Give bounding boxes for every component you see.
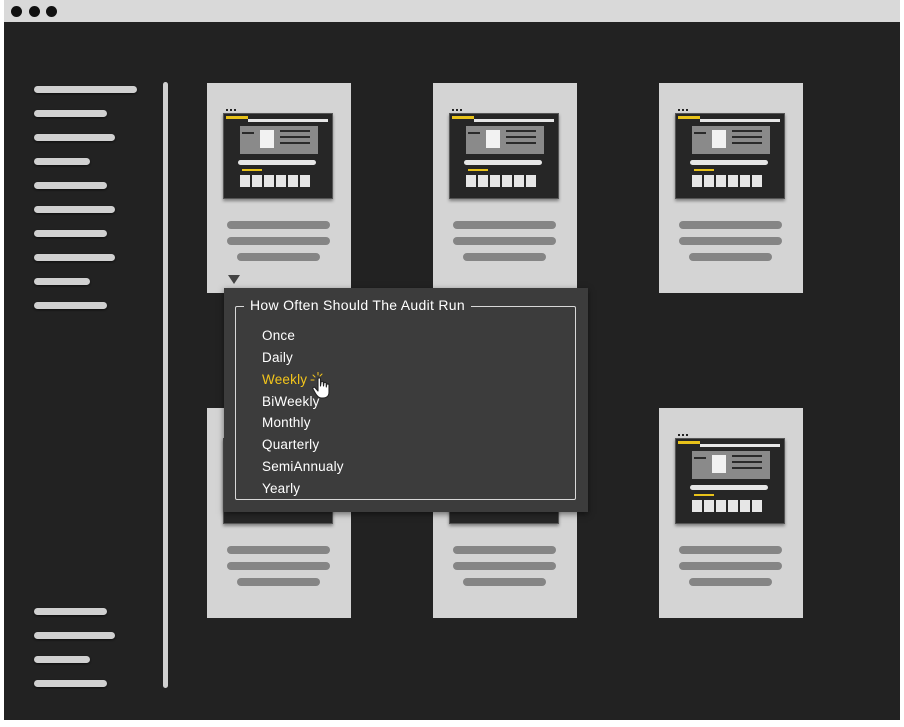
sidebar-item[interactable] [34, 278, 90, 285]
card[interactable] [433, 83, 577, 293]
app-screenshot-thumbnail [449, 109, 559, 199]
option-once[interactable]: Once [262, 328, 295, 343]
sidebar-item[interactable] [34, 680, 107, 687]
sidebar-item[interactable] [34, 86, 137, 93]
option-yearly[interactable]: Yearly [262, 481, 300, 496]
card-text-line [453, 562, 556, 570]
sidebar-item[interactable] [34, 656, 90, 663]
card[interactable] [207, 83, 351, 293]
dropdown-caret-icon[interactable] [228, 275, 240, 284]
option-weekly[interactable]: Weekly [262, 372, 307, 387]
card-text-line [679, 221, 782, 229]
app-screenshot-thumbnail [675, 109, 785, 199]
option-monthly[interactable]: Monthly [262, 415, 311, 430]
card-text-line [679, 237, 782, 245]
card-text-line [227, 221, 330, 229]
close-window-icon[interactable] [11, 6, 22, 17]
card-text-line [237, 578, 320, 586]
sidebar-item[interactable] [34, 110, 107, 117]
hand-pointer-icon [310, 372, 330, 399]
card-text-line [227, 562, 330, 570]
sidebar-item[interactable] [34, 206, 115, 213]
card[interactable] [659, 83, 803, 293]
card[interactable] [659, 408, 803, 618]
audit-frequency-dropdown: How Often Should The Audit Run Once Dail… [224, 288, 588, 512]
audit-frequency-legend: How Often Should The Audit Run [244, 297, 471, 313]
sidebar [4, 22, 174, 720]
card-text-line [227, 546, 330, 554]
sidebar-item[interactable] [34, 182, 107, 189]
audit-frequency-fieldset: How Often Should The Audit Run Once Dail… [235, 297, 576, 500]
app-screenshot-thumbnail [223, 109, 333, 199]
card-text-line [453, 546, 556, 554]
card-text-line [689, 578, 772, 586]
card-text-line [453, 221, 556, 229]
sidebar-item[interactable] [34, 608, 107, 615]
sidebar-item[interactable] [34, 134, 115, 141]
sidebar-item[interactable] [34, 158, 90, 165]
minimize-window-icon[interactable] [29, 6, 40, 17]
card-text-line [453, 237, 556, 245]
card-text-line [689, 253, 772, 261]
sidebar-item[interactable] [34, 632, 115, 639]
option-quarterly[interactable]: Quarterly [262, 437, 319, 452]
card-text-line [227, 237, 330, 245]
sidebar-item[interactable] [34, 230, 107, 237]
sidebar-item[interactable] [34, 254, 115, 261]
app-screenshot-thumbnail [675, 434, 785, 524]
maximize-window-icon[interactable] [46, 6, 57, 17]
sidebar-item[interactable] [34, 302, 107, 309]
title-bar [4, 0, 900, 22]
option-daily[interactable]: Daily [262, 350, 293, 365]
card-text-line [237, 253, 320, 261]
sidebar-divider [163, 82, 168, 688]
option-semiannualy[interactable]: SemiAnnualy [262, 459, 344, 474]
card-text-line [679, 546, 782, 554]
card-text-line [679, 562, 782, 570]
card-text-line [463, 578, 546, 586]
card-text-line [463, 253, 546, 261]
